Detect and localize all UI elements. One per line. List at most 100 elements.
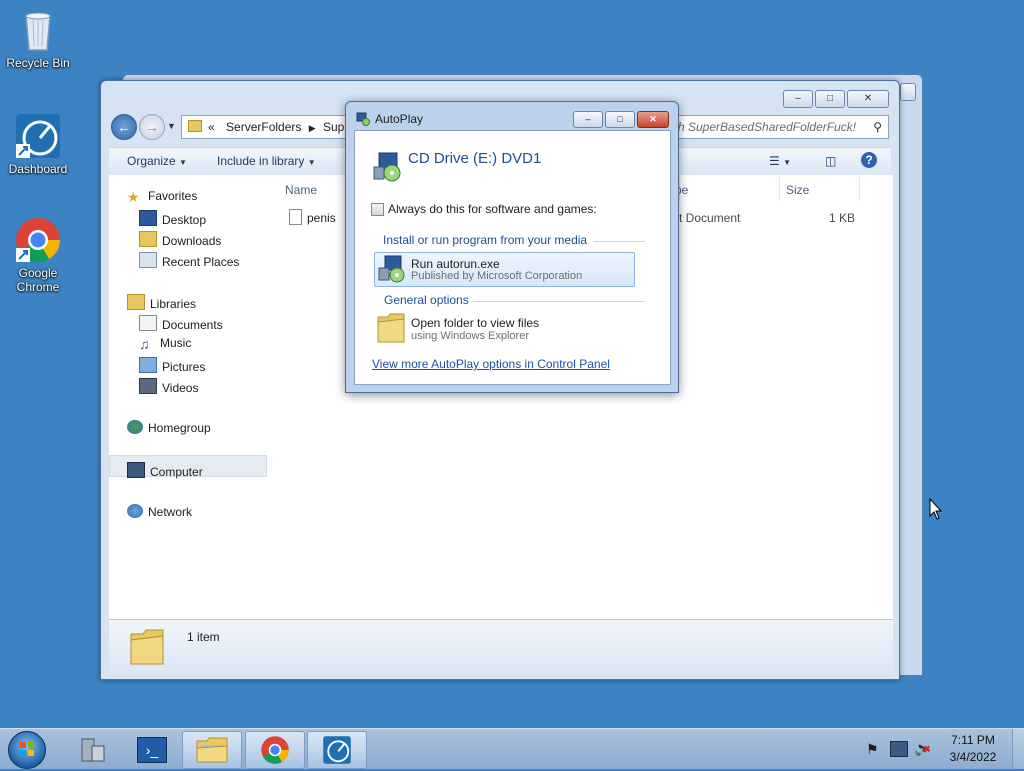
include-in-library-menu[interactable]: Include in library ▼ — [217, 154, 316, 168]
homegroup-icon — [127, 420, 143, 434]
nav-libraries[interactable]: Libraries — [127, 294, 196, 311]
star-icon: ★ — [127, 189, 140, 205]
nav-network[interactable]: Network — [127, 504, 192, 519]
drive-label: CD Drive (E:) DVD1 — [408, 150, 542, 167]
file-type: xt Document — [673, 211, 741, 225]
item-count: 1 item — [187, 630, 220, 644]
pictures-icon — [139, 357, 157, 373]
open-folder-option[interactable]: Open folder to view files using Windows … — [374, 311, 633, 347]
back-button[interactable]: ← — [111, 114, 137, 140]
desktop-icon-recycle-bin[interactable]: Recycle Bin — [0, 6, 76, 70]
column-divider[interactable] — [779, 177, 780, 201]
open-option-title: Open folder to view files — [411, 316, 540, 330]
nav-documents[interactable]: Documents — [139, 315, 223, 332]
open-option-subtitle: using Windows Explorer — [411, 330, 529, 342]
desktop-icon-google-chrome[interactable]: Google Chrome — [0, 216, 76, 294]
navigation-pane: ★ Favorites Desktop Downloads Recent Plac… — [109, 175, 268, 619]
desktop-icon-label: Recycle Bin — [6, 56, 70, 70]
file-name: penis — [307, 211, 336, 225]
section-install-heading: Install or run program from your media — [383, 233, 588, 247]
computer-icon — [127, 462, 145, 478]
details-pane: 1 item — [109, 619, 893, 674]
help-icon[interactable]: ? — [861, 152, 877, 168]
nav-computer[interactable]: Computer — [127, 462, 203, 479]
column-header-name[interactable]: Name — [285, 183, 317, 197]
section-divider — [593, 241, 645, 242]
server-manager-icon — [78, 736, 108, 767]
breadcrumb-arrow-icon[interactable]: ▶ — [309, 123, 316, 133]
run-option-title: Run autorun.exe — [411, 257, 500, 271]
nav-videos[interactable]: Videos — [139, 378, 198, 395]
nav-recent-places[interactable]: Recent Places — [139, 252, 239, 269]
dashboard-icon — [322, 735, 352, 768]
close-button[interactable]: ✕ — [847, 90, 889, 108]
libraries-icon — [127, 294, 145, 310]
desktop-icon-dashboard[interactable]: Dashboard — [0, 112, 76, 176]
action-center-flag-icon[interactable]: ⚑ — [866, 741, 879, 758]
downloads-icon — [139, 231, 157, 247]
nav-music[interactable]: ♫ Music — [139, 336, 191, 352]
dialog-body: CD Drive (E:) DVD1 Always do this for so… — [354, 130, 671, 385]
clock-date[interactable]: 3/4/2022 — [940, 750, 1006, 764]
powershell-icon: ›_ — [137, 737, 167, 763]
run-autorun-option[interactable]: Run autorun.exe Published by Microsoft C… — [374, 252, 635, 287]
folder-icon — [376, 312, 406, 344]
search-placeholder: rch SuperBasedSharedFolderFuck! — [668, 120, 857, 134]
dashboard-icon — [14, 112, 62, 160]
control-panel-link[interactable]: View more AutoPlay options in Control Pa… — [372, 357, 610, 371]
show-desktop-button[interactable] — [1012, 729, 1024, 769]
nav-pictures[interactable]: Pictures — [139, 357, 205, 374]
maximize-button[interactable]: □ — [815, 90, 845, 108]
file-size: 1 KB — [829, 211, 856, 225]
taskbar-windows-explorer[interactable] — [182, 731, 242, 769]
desktop-icon-label: Google Chrome — [16, 266, 60, 294]
network-tray-icon[interactable] — [890, 741, 908, 757]
recycle-bin-icon — [14, 6, 62, 54]
documents-icon — [139, 315, 157, 331]
organize-menu[interactable]: Organize ▼ — [127, 154, 187, 168]
recent-pages-dropdown-icon[interactable]: ▼ — [167, 121, 176, 131]
breadcrumb-overflow[interactable]: « — [208, 120, 215, 134]
search-input[interactable]: rch SuperBasedSharedFolderFuck! ⚲ — [647, 115, 889, 139]
always-do-label[interactable]: Always do this for software and games: — [388, 202, 597, 216]
minimize-button[interactable]: – — [573, 111, 603, 128]
music-icon: ♫ — [139, 336, 150, 352]
autoplay-dialog[interactable]: AutoPlay – □ ✕ CD Drive (E:) DVD1 Always… — [345, 101, 679, 393]
folder-icon — [188, 120, 202, 132]
mouse-cursor-icon — [929, 497, 943, 520]
start-button[interactable] — [8, 731, 46, 769]
breadcrumb-serverfolders[interactable]: ServerFolders — [226, 120, 301, 134]
clock-time[interactable]: 7:11 PM — [940, 733, 1006, 747]
volume-muted-icon[interactable]: 🔈 ✖ — [914, 740, 931, 757]
desktop-icon — [139, 210, 157, 226]
taskbar-dashboard[interactable] — [307, 731, 367, 769]
folder-icon — [195, 736, 229, 767]
minimize-button[interactable]: – — [783, 90, 813, 108]
column-header-size[interactable]: Size — [786, 183, 809, 197]
taskbar: ›_ ⚑ 🔈 ✖ 7:11 PM 3/4/2022 — [0, 728, 1024, 769]
background-window-close-button[interactable] — [900, 83, 916, 101]
nav-favorites[interactable]: ★ Favorites — [127, 189, 197, 205]
always-do-checkbox[interactable] — [371, 203, 384, 216]
chrome-icon — [14, 216, 62, 264]
nav-downloads[interactable]: Downloads — [139, 231, 221, 248]
chevron-down-icon: ▼ — [307, 158, 316, 167]
forward-button[interactable]: → — [139, 114, 165, 140]
taskbar-powershell[interactable]: ›_ — [122, 731, 180, 767]
preview-pane-icon[interactable]: ◫ — [825, 154, 836, 168]
section-divider — [473, 301, 645, 302]
close-button[interactable]: ✕ — [637, 111, 669, 128]
nav-homegroup[interactable]: Homegroup — [127, 420, 211, 435]
run-option-subtitle: Published by Microsoft Corporation — [411, 270, 583, 282]
taskbar-server-manager[interactable] — [64, 731, 122, 767]
maximize-button[interactable]: □ — [605, 111, 635, 128]
chevron-down-icon: ▼ — [179, 158, 187, 167]
column-divider[interactable] — [859, 177, 860, 201]
view-options-icon[interactable]: ☰ ▼ — [769, 154, 791, 168]
taskbar-google-chrome[interactable] — [245, 731, 305, 769]
autorun-program-icon — [377, 254, 407, 284]
videos-icon — [139, 378, 157, 394]
chrome-icon — [260, 735, 290, 768]
search-icon[interactable]: ⚲ — [853, 116, 882, 138]
nav-desktop[interactable]: Desktop — [139, 210, 206, 227]
